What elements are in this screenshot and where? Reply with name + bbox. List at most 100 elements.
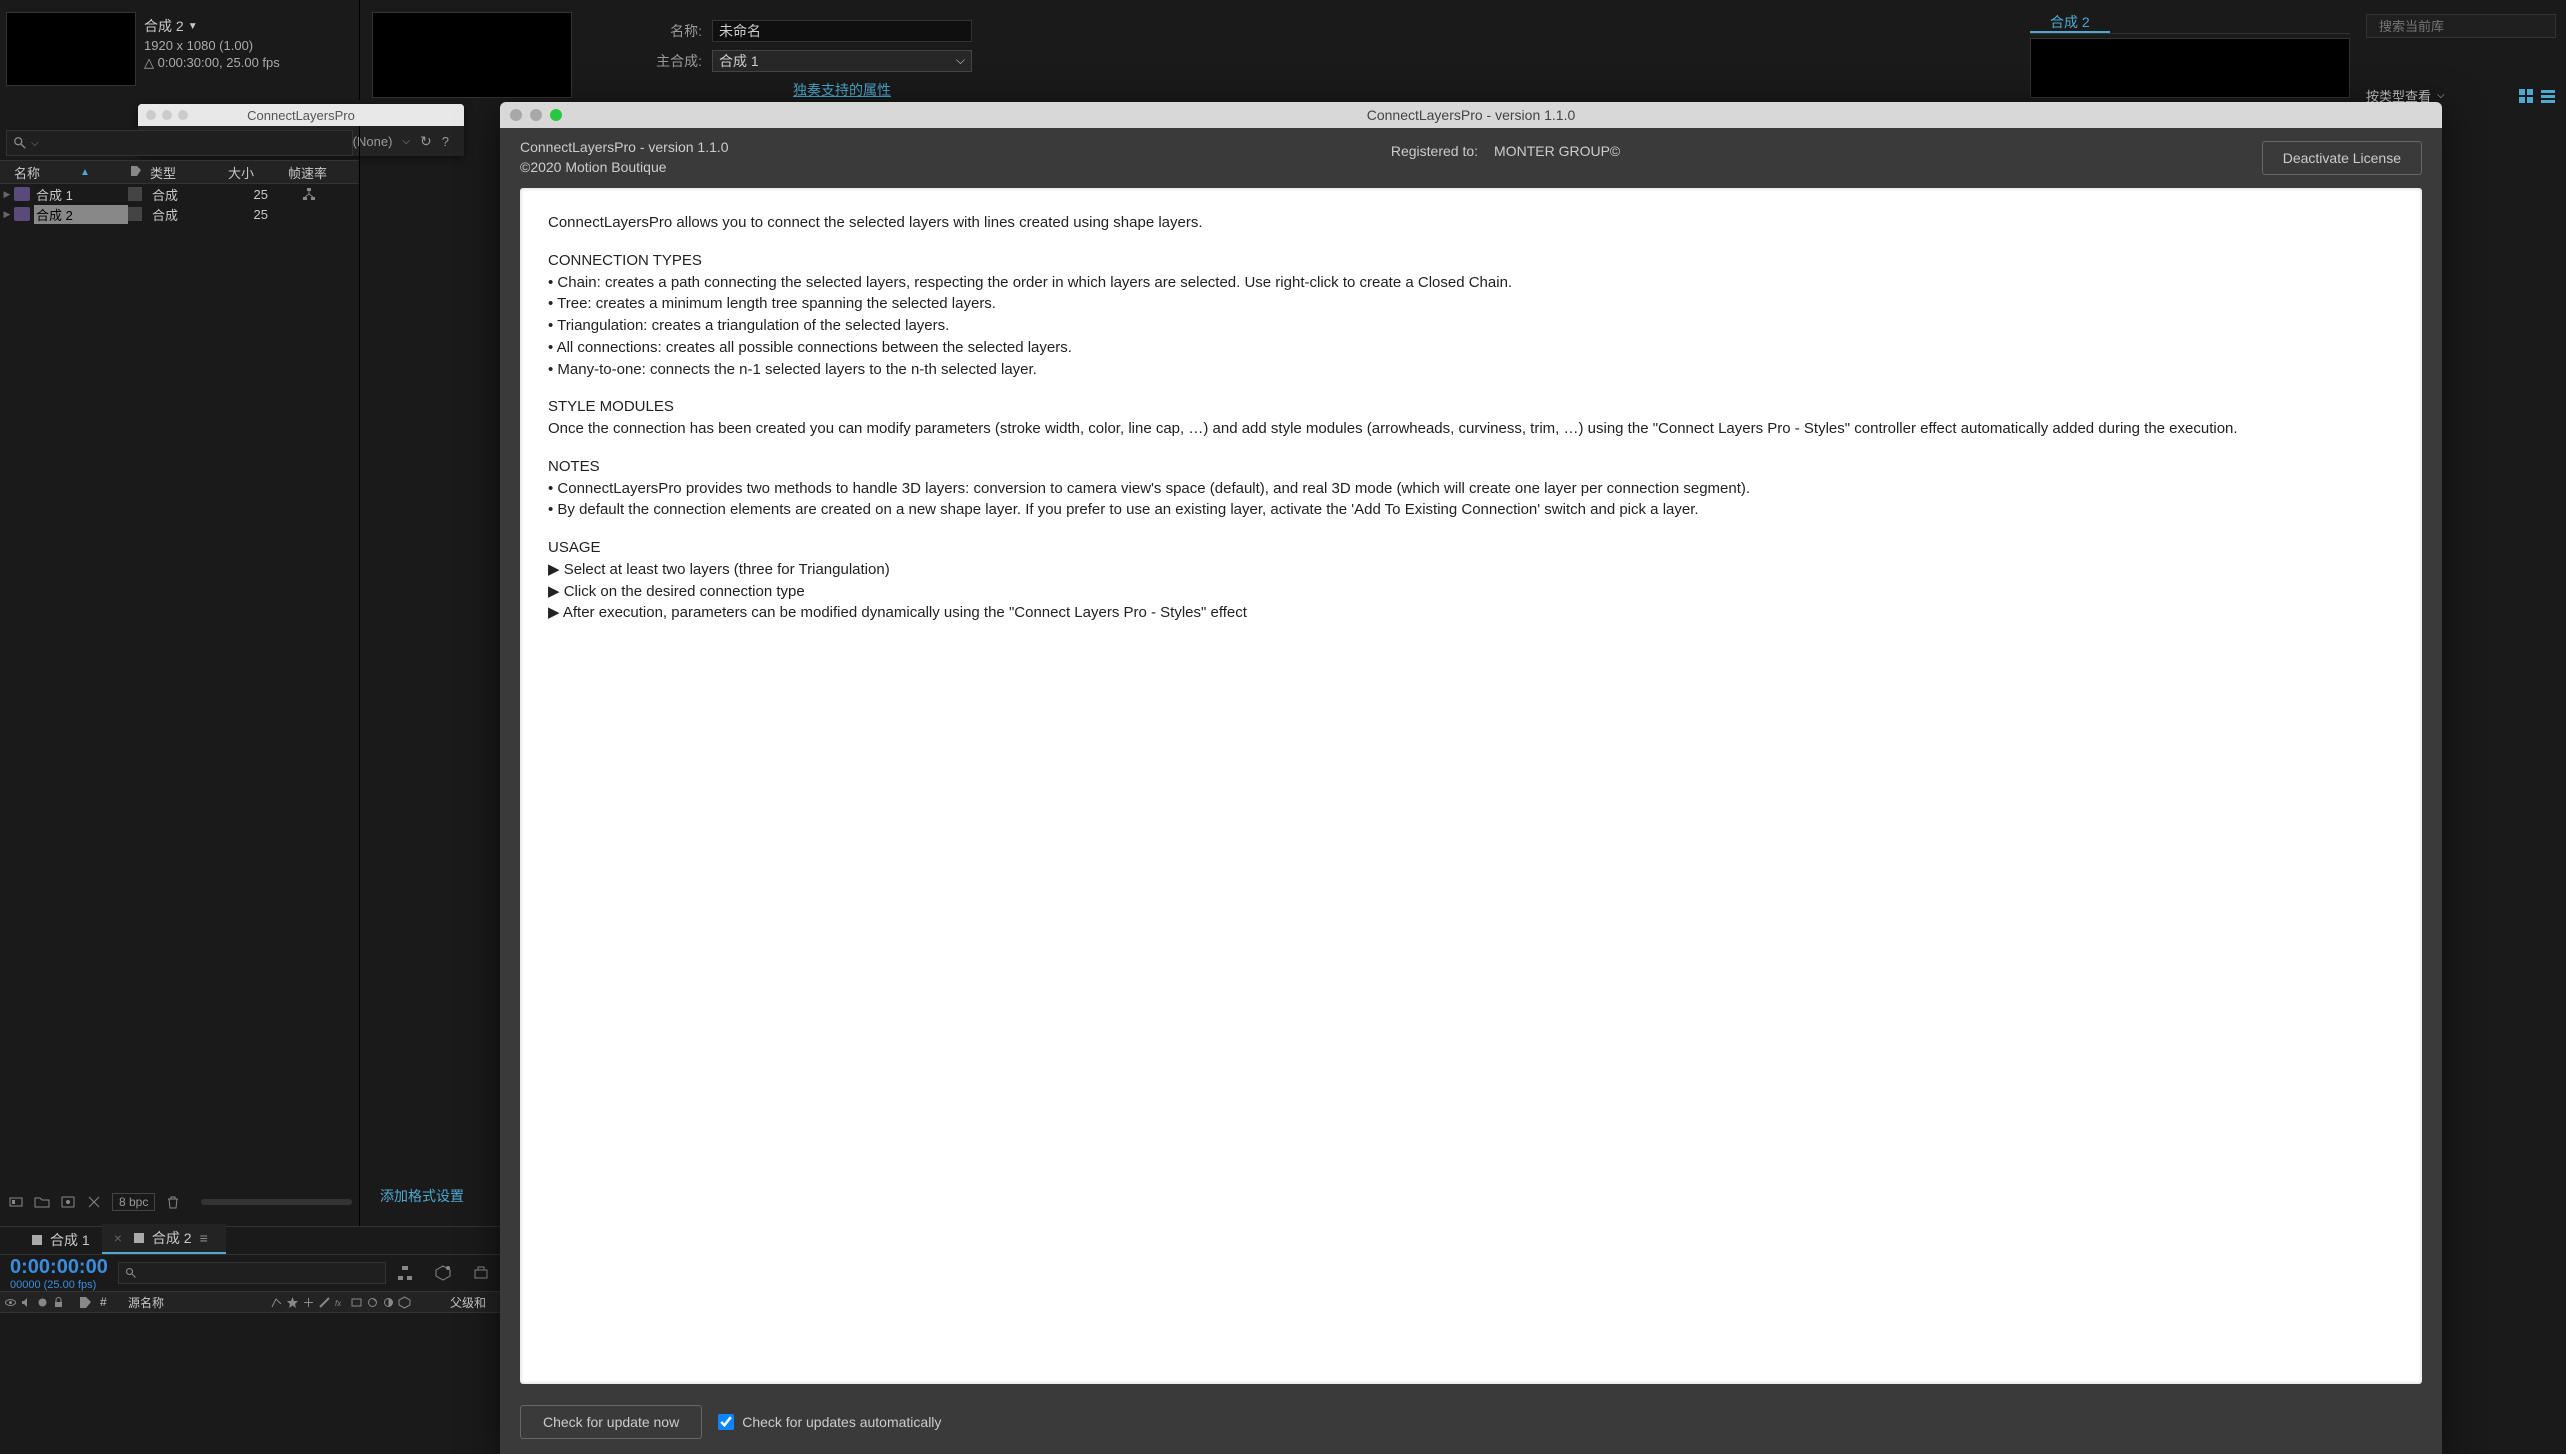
col-fps-header[interactable]: 帧速率	[288, 163, 359, 182]
chevron-down-icon[interactable]: ⌵	[2437, 90, 2445, 101]
grid-view-icon[interactable]	[2518, 88, 2534, 104]
check-auto-checkbox[interactable]	[718, 1414, 734, 1430]
doc-line: • Many-to-one: connects the n-1 selected…	[548, 361, 1037, 378]
traffic-max-icon[interactable]	[550, 109, 562, 121]
fx-star-icon[interactable]	[286, 1296, 299, 1309]
draft-3d-icon[interactable]	[434, 1264, 452, 1282]
search-icon	[125, 1267, 137, 1279]
bpc-button[interactable]: 8 bpc	[112, 1193, 155, 1211]
collapse-icon[interactable]	[302, 1296, 315, 1309]
dialog-content: ConnectLayersPro allows you to connect t…	[520, 188, 2422, 1384]
speaker-icon[interactable]	[20, 1296, 33, 1309]
section-title: USAGE	[548, 539, 601, 556]
comp-dimensions: 1920 x 1080 (1.00)	[144, 38, 353, 53]
comp-title: 合成 2	[144, 16, 184, 36]
interpret-footage-icon[interactable]	[8, 1194, 24, 1210]
new-comp-icon[interactable]	[60, 1194, 76, 1210]
project-search[interactable]: ⌵	[6, 130, 353, 156]
adjustment-icon[interactable]	[86, 1194, 102, 1210]
list-view-icon[interactable]	[2540, 88, 2556, 104]
flowchart-icon[interactable]	[302, 187, 316, 201]
project-item-fps: 25	[226, 187, 282, 202]
sort-asc-icon[interactable]: ▲	[80, 167, 90, 178]
comp-flowchart-icon[interactable]	[396, 1264, 414, 1282]
solo-attributes-link[interactable]: 独奏支持的属性	[712, 80, 972, 100]
col-size-header[interactable]: 大小	[228, 163, 288, 182]
col-type-header[interactable]: 类型	[150, 163, 228, 182]
quality-icon[interactable]	[318, 1296, 331, 1309]
dialog-title: ConnectLayersPro - version 1.1.0	[1367, 107, 1576, 123]
frame-blend-icon[interactable]	[350, 1296, 363, 1309]
adjustment-layer-icon[interactable]	[382, 1296, 395, 1309]
menu-icon[interactable]: ≡	[200, 1230, 214, 1246]
col-parent[interactable]: 父级和	[450, 1294, 500, 1311]
chevron-down-icon[interactable]: ▼	[188, 21, 198, 32]
section-title: CONNECTION TYPES	[548, 252, 702, 269]
check-update-button[interactable]: Check for update now	[520, 1405, 702, 1439]
motion-blur-icon[interactable]	[366, 1296, 379, 1309]
comp-duration: △ 0:00:30:00, 25.00 fps	[144, 55, 353, 71]
3d-layer-icon[interactable]	[398, 1296, 411, 1309]
timeline-search[interactable]	[118, 1262, 386, 1284]
timeline-tab[interactable]: × 合成 2 ≡	[102, 1224, 226, 1254]
library-search[interactable]	[2366, 14, 2556, 38]
comp-icon	[14, 187, 30, 201]
add-format-button[interactable]: 添加格式设置	[380, 1186, 464, 1206]
doc-line: • All connections: creates all possible …	[548, 339, 1072, 356]
tag-icon[interactable]	[79, 1296, 92, 1309]
trash-icon[interactable]	[165, 1194, 181, 1210]
help-icon[interactable]: ?	[442, 134, 449, 149]
doc-line: ▶ After execution, parameters can be mod…	[548, 604, 1247, 621]
timecode[interactable]: 0:00:00:00	[10, 1256, 108, 1279]
deactivate-license-button[interactable]: Deactivate License	[2262, 141, 2422, 175]
library-search-input[interactable]	[2379, 19, 2555, 34]
timeline-tab[interactable]: 合成 1	[20, 1226, 102, 1254]
col-name-header[interactable]: 名称	[14, 163, 40, 182]
disk-cache-bar	[201, 1199, 352, 1205]
project-row[interactable]: ▶ 合成 2 合成 25	[0, 204, 359, 224]
traffic-close-icon[interactable]	[510, 109, 522, 121]
maincomp-select[interactable]: 合成 1	[712, 50, 972, 72]
doc-line: • By default the connection elements are…	[548, 501, 1699, 518]
color-label[interactable]	[128, 207, 142, 221]
doc-line: • ConnectLayersPro provides two methods …	[548, 480, 1750, 497]
col-source-name[interactable]: 源名称	[120, 1294, 270, 1311]
comp-icon	[32, 1235, 42, 1245]
registered-value: MONTER GROUP©	[1494, 143, 1620, 159]
new-folder-icon[interactable]	[34, 1194, 50, 1210]
project-item-fps: 25	[226, 207, 282, 222]
eye-icon[interactable]	[4, 1296, 17, 1309]
traffic-min-icon[interactable]	[162, 110, 172, 120]
project-item-name[interactable]: 合成 2	[34, 205, 128, 224]
check-auto-label[interactable]: Check for updates automatically	[718, 1414, 941, 1430]
expand-icon[interactable]: ▶	[0, 209, 14, 220]
refresh-icon[interactable]: ↻	[420, 133, 432, 150]
doc-line: • Triangulation: creates a triangulation…	[548, 317, 949, 334]
comp-thumbnail[interactable]	[6, 12, 136, 86]
shy-icon[interactable]	[270, 1296, 283, 1309]
chevron-down-icon[interactable]: ⌵	[402, 136, 410, 147]
doc-line: Once the connection has been created you…	[548, 420, 2238, 437]
project-item-name[interactable]: 合成 1	[34, 185, 128, 204]
tag-icon[interactable]	[130, 165, 142, 177]
traffic-max-icon[interactable]	[178, 110, 188, 120]
project-row[interactable]: ▶ 合成 1 合成 25	[0, 184, 359, 204]
right-panel-tab[interactable]: 合成 2	[2030, 10, 2110, 33]
chevron-down-icon[interactable]: ⌵	[31, 138, 39, 149]
color-label[interactable]	[128, 187, 142, 201]
right-preview	[2030, 38, 2350, 98]
registered-label: Registered to:	[1391, 143, 1478, 159]
comp-icon	[134, 1233, 144, 1243]
project-item-type: 合成	[152, 205, 226, 224]
name-input[interactable]: 未命名	[712, 20, 972, 42]
solo-icon[interactable]	[36, 1296, 49, 1309]
shy-icon[interactable]	[472, 1264, 490, 1282]
fx-icon[interactable]: fx	[334, 1296, 347, 1309]
traffic-min-icon[interactable]	[530, 109, 542, 121]
close-icon[interactable]: ×	[114, 1230, 122, 1246]
expand-icon[interactable]: ▶	[0, 189, 14, 200]
col-number: #	[100, 1295, 120, 1309]
check-auto-text: Check for updates automatically	[742, 1414, 941, 1430]
traffic-close-icon[interactable]	[146, 110, 156, 120]
lock-icon[interactable]	[52, 1296, 65, 1309]
